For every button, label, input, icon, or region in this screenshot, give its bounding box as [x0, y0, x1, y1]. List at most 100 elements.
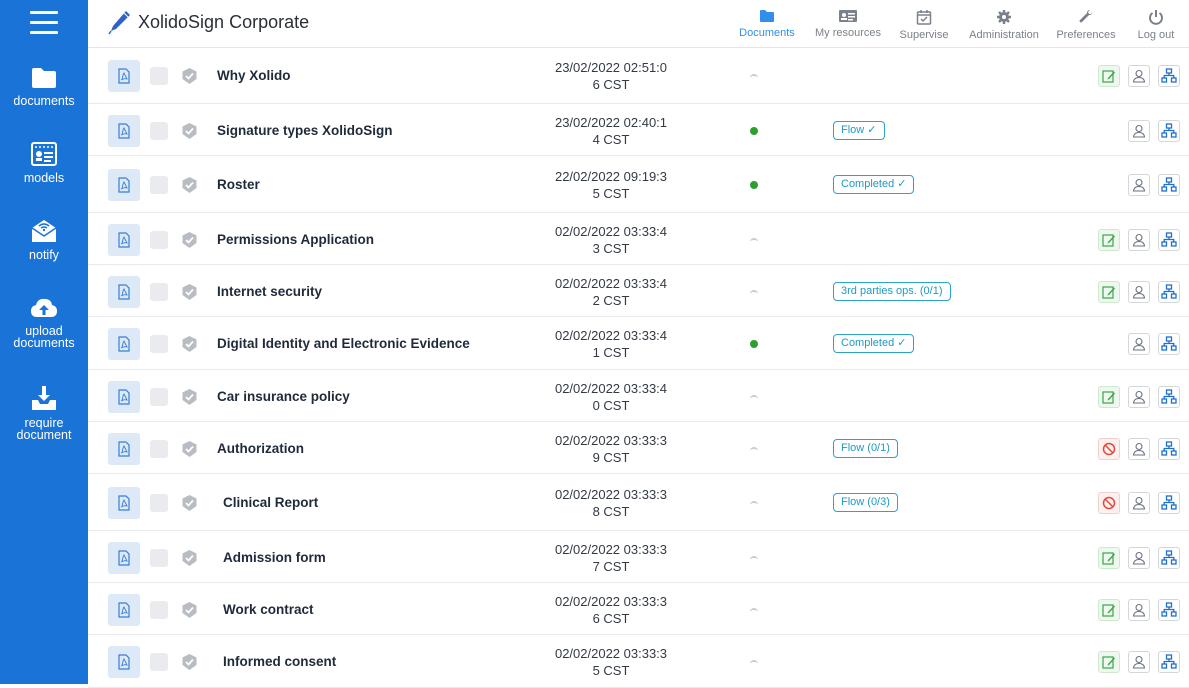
cancel-button[interactable]: [1098, 437, 1120, 460]
pdf-preview-button[interactable]: [108, 487, 140, 519]
pdf-preview-button[interactable]: [108, 60, 140, 92]
flow-button[interactable]: [1158, 651, 1180, 673]
document-title[interactable]: Roster: [217, 177, 260, 192]
pdf-preview-button[interactable]: [108, 380, 140, 413]
flow-button[interactable]: [1158, 65, 1180, 87]
document-title[interactable]: Clinical Report: [223, 495, 318, 510]
flow-button[interactable]: [1158, 228, 1180, 251]
signers-button[interactable]: [1128, 65, 1150, 87]
status-badge[interactable]: Flow (0/3): [833, 493, 898, 512]
sidebar-item-upload-documents[interactable]: upload documents: [0, 296, 88, 349]
row-checkbox[interactable]: [150, 230, 168, 249]
pdf-preview-button[interactable]: [108, 114, 140, 147]
signers-button[interactable]: [1128, 333, 1150, 355]
pdf-preview-button[interactable]: [108, 223, 140, 256]
row-checkbox[interactable]: [150, 439, 168, 458]
document-title[interactable]: Authorization: [217, 441, 304, 456]
row-checkbox[interactable]: [150, 282, 168, 301]
table-row[interactable]: Informed consent 02/02/2022 03:33:3 5 CST: [88, 636, 1189, 688]
row-checkbox[interactable]: [150, 176, 168, 194]
brand[interactable]: XolidoSign Corporate: [108, 9, 309, 35]
nav-documents[interactable]: Documents: [727, 0, 807, 48]
document-title[interactable]: Digital Identity and Electronic Evidence: [217, 336, 470, 351]
table-row[interactable]: Roster 22/02/2022 09:19:3 5 CST Completed ✓: [88, 157, 1189, 213]
status-badge[interactable]: Completed ✓: [833, 175, 915, 194]
document-title[interactable]: Permissions Application: [217, 232, 374, 247]
edit-button[interactable]: [1098, 280, 1120, 303]
flow-button[interactable]: [1158, 492, 1180, 514]
row-checkbox[interactable]: [150, 653, 168, 671]
signers-button[interactable]: [1128, 492, 1150, 514]
edit-button[interactable]: [1098, 546, 1120, 569]
document-title[interactable]: Informed consent: [223, 654, 336, 669]
document-title[interactable]: Internet security: [217, 284, 322, 299]
pdf-preview-button[interactable]: [108, 541, 140, 574]
flow-button[interactable]: [1158, 174, 1180, 196]
status-badge[interactable]: Completed ✓: [833, 334, 915, 353]
table-row[interactable]: Work contract 02/02/2022 03:33:3 6 CST: [88, 584, 1189, 635]
pdf-preview-button[interactable]: [108, 328, 140, 360]
status-badge[interactable]: Flow (0/1): [833, 438, 898, 458]
nav-supervise[interactable]: Supervise: [889, 0, 959, 48]
nav-preferences[interactable]: Preferences: [1049, 0, 1123, 48]
signers-button[interactable]: [1128, 598, 1150, 621]
nav-log-out[interactable]: Log out: [1123, 0, 1189, 48]
row-checkbox[interactable]: [150, 121, 168, 140]
signers-button[interactable]: [1128, 228, 1150, 251]
row-checkbox[interactable]: [150, 67, 168, 85]
edit-button[interactable]: [1098, 385, 1120, 408]
edit-button[interactable]: [1098, 65, 1120, 87]
sidebar-item-require-document[interactable]: require document: [0, 384, 88, 441]
signers-button[interactable]: [1128, 546, 1150, 569]
sidebar-item-documents[interactable]: documents: [0, 66, 88, 107]
table-row[interactable]: Admission form 02/02/2022 03:33:3 7 CST: [88, 532, 1189, 583]
nav-my-resources[interactable]: My resources: [807, 0, 889, 48]
status-badge[interactable]: Flow ✓: [833, 120, 885, 140]
table-row[interactable]: Internet security 02/02/2022 03:33:4 2 CST…: [88, 266, 1189, 317]
flow-button[interactable]: [1158, 119, 1180, 142]
signers-button[interactable]: [1128, 174, 1150, 196]
document-title[interactable]: Work contract: [223, 602, 314, 617]
pdf-preview-button[interactable]: [108, 169, 140, 201]
status-badge[interactable]: 3rd parties ops. (0/1): [833, 281, 951, 301]
flow-button[interactable]: [1158, 280, 1180, 303]
table-row[interactable]: Permissions Application 02/02/2022 03:33:…: [88, 214, 1189, 265]
document-title[interactable]: Signature types XolidoSign: [217, 123, 393, 138]
flow-button[interactable]: [1158, 385, 1180, 408]
table-row[interactable]: Car insurance policy 02/02/2022 03:33:4 0 …: [88, 371, 1189, 422]
hamburger-menu-icon[interactable]: [30, 11, 58, 35]
nav-administration[interactable]: Administration: [959, 0, 1049, 48]
flow-button[interactable]: [1158, 333, 1180, 355]
signers-button[interactable]: [1128, 119, 1150, 142]
document-title[interactable]: Admission form: [223, 550, 326, 565]
document-title[interactable]: Car insurance policy: [217, 389, 350, 404]
flow-button[interactable]: [1158, 437, 1180, 460]
document-title[interactable]: Why Xolido: [217, 68, 291, 83]
row-checkbox[interactable]: [150, 600, 168, 619]
edit-button[interactable]: [1098, 228, 1120, 251]
pdf-preview-button[interactable]: [108, 275, 140, 308]
row-checkbox[interactable]: [150, 335, 168, 353]
table-row[interactable]: Clinical Report 02/02/2022 03:33:3 8 CST Fl…: [88, 475, 1189, 531]
pdf-preview-button[interactable]: [108, 593, 140, 626]
row-checkbox[interactable]: [150, 494, 168, 512]
cancel-button[interactable]: [1098, 492, 1120, 514]
row-checkbox[interactable]: [150, 548, 168, 567]
sidebar-item-models[interactable]: models: [0, 141, 88, 184]
table-row[interactable]: Why Xolido 23/02/2022 02:51:0 6 CST: [88, 48, 1189, 104]
signers-button[interactable]: [1128, 437, 1150, 460]
signers-button[interactable]: [1128, 651, 1150, 673]
signers-button[interactable]: [1128, 385, 1150, 408]
flow-button[interactable]: [1158, 546, 1180, 569]
pdf-preview-button[interactable]: [108, 646, 140, 678]
signers-button[interactable]: [1128, 280, 1150, 303]
pdf-preview-button[interactable]: [108, 432, 140, 465]
flow-button[interactable]: [1158, 598, 1180, 621]
table-row[interactable]: Signature types XolidoSign 23/02/2022 02:…: [88, 105, 1189, 156]
table-row[interactable]: Digital Identity and Electronic Evidence…: [88, 318, 1189, 370]
edit-button[interactable]: [1098, 651, 1120, 673]
sidebar-item-notify[interactable]: notify: [0, 218, 88, 261]
table-row[interactable]: Authorization 02/02/2022 03:33:3 9 CST Flow…: [88, 423, 1189, 474]
edit-button[interactable]: [1098, 598, 1120, 621]
row-checkbox[interactable]: [150, 387, 168, 406]
